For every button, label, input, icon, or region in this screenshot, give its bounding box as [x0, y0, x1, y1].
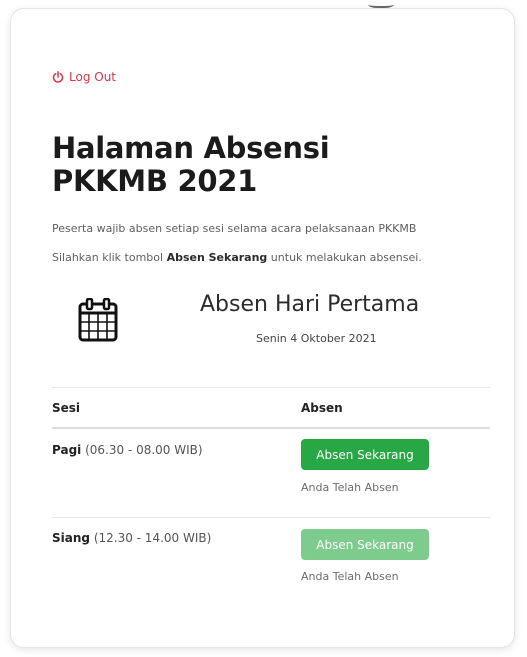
- table-header-border: [52, 427, 490, 429]
- table-row-divider: [52, 517, 490, 518]
- intro-text-line1: Peserta wajib absen setiap sesi selama a…: [52, 222, 417, 235]
- logout-label: Log Out: [69, 70, 117, 84]
- intro-text-line2: Silahkan klik tombol Absen Sekarang untu…: [52, 251, 502, 264]
- day-title: Absen Hari Pertama: [200, 292, 420, 317]
- session-time: (06.30 - 08.00 WIB): [81, 443, 203, 457]
- calendar-icon: [78, 298, 118, 342]
- absen-sekarang-button-pagi[interactable]: Absen Sekarang: [301, 439, 429, 470]
- top-decoration: [368, 0, 394, 8]
- page-title-line1: Halaman Absensi: [52, 131, 330, 165]
- page-title: Halaman Absensi PKKMB 2021: [52, 132, 452, 198]
- table-row-pagi-session: Pagi (06.30 - 08.00 WIB): [52, 443, 203, 457]
- intro-prefix: Silahkan klik tombol: [52, 251, 167, 264]
- session-time: (12.30 - 14.00 WIB): [90, 531, 212, 545]
- intro-bold: Absen Sekarang: [166, 251, 268, 264]
- day-date: Senin 4 Oktober 2021: [256, 332, 377, 345]
- session-name: Siang: [52, 531, 90, 545]
- table-header-sesi: Sesi: [52, 401, 81, 415]
- table-top-border: [52, 387, 490, 388]
- power-icon: [52, 71, 64, 83]
- table-row-siang-session: Siang (12.30 - 14.00 WIB): [52, 531, 211, 545]
- absen-sekarang-button-siang[interactable]: Absen Sekarang: [301, 529, 429, 560]
- page-title-line2: PKKMB 2021: [52, 164, 257, 198]
- status-text-pagi: Anda Telah Absen: [301, 481, 399, 494]
- logout-link[interactable]: Log Out: [52, 70, 116, 84]
- session-name: Pagi: [52, 443, 82, 457]
- intro-suffix: untuk melakukan absensei.: [267, 251, 422, 264]
- table-header-absen: Absen: [301, 401, 343, 415]
- status-text-siang: Anda Telah Absen: [301, 570, 399, 583]
